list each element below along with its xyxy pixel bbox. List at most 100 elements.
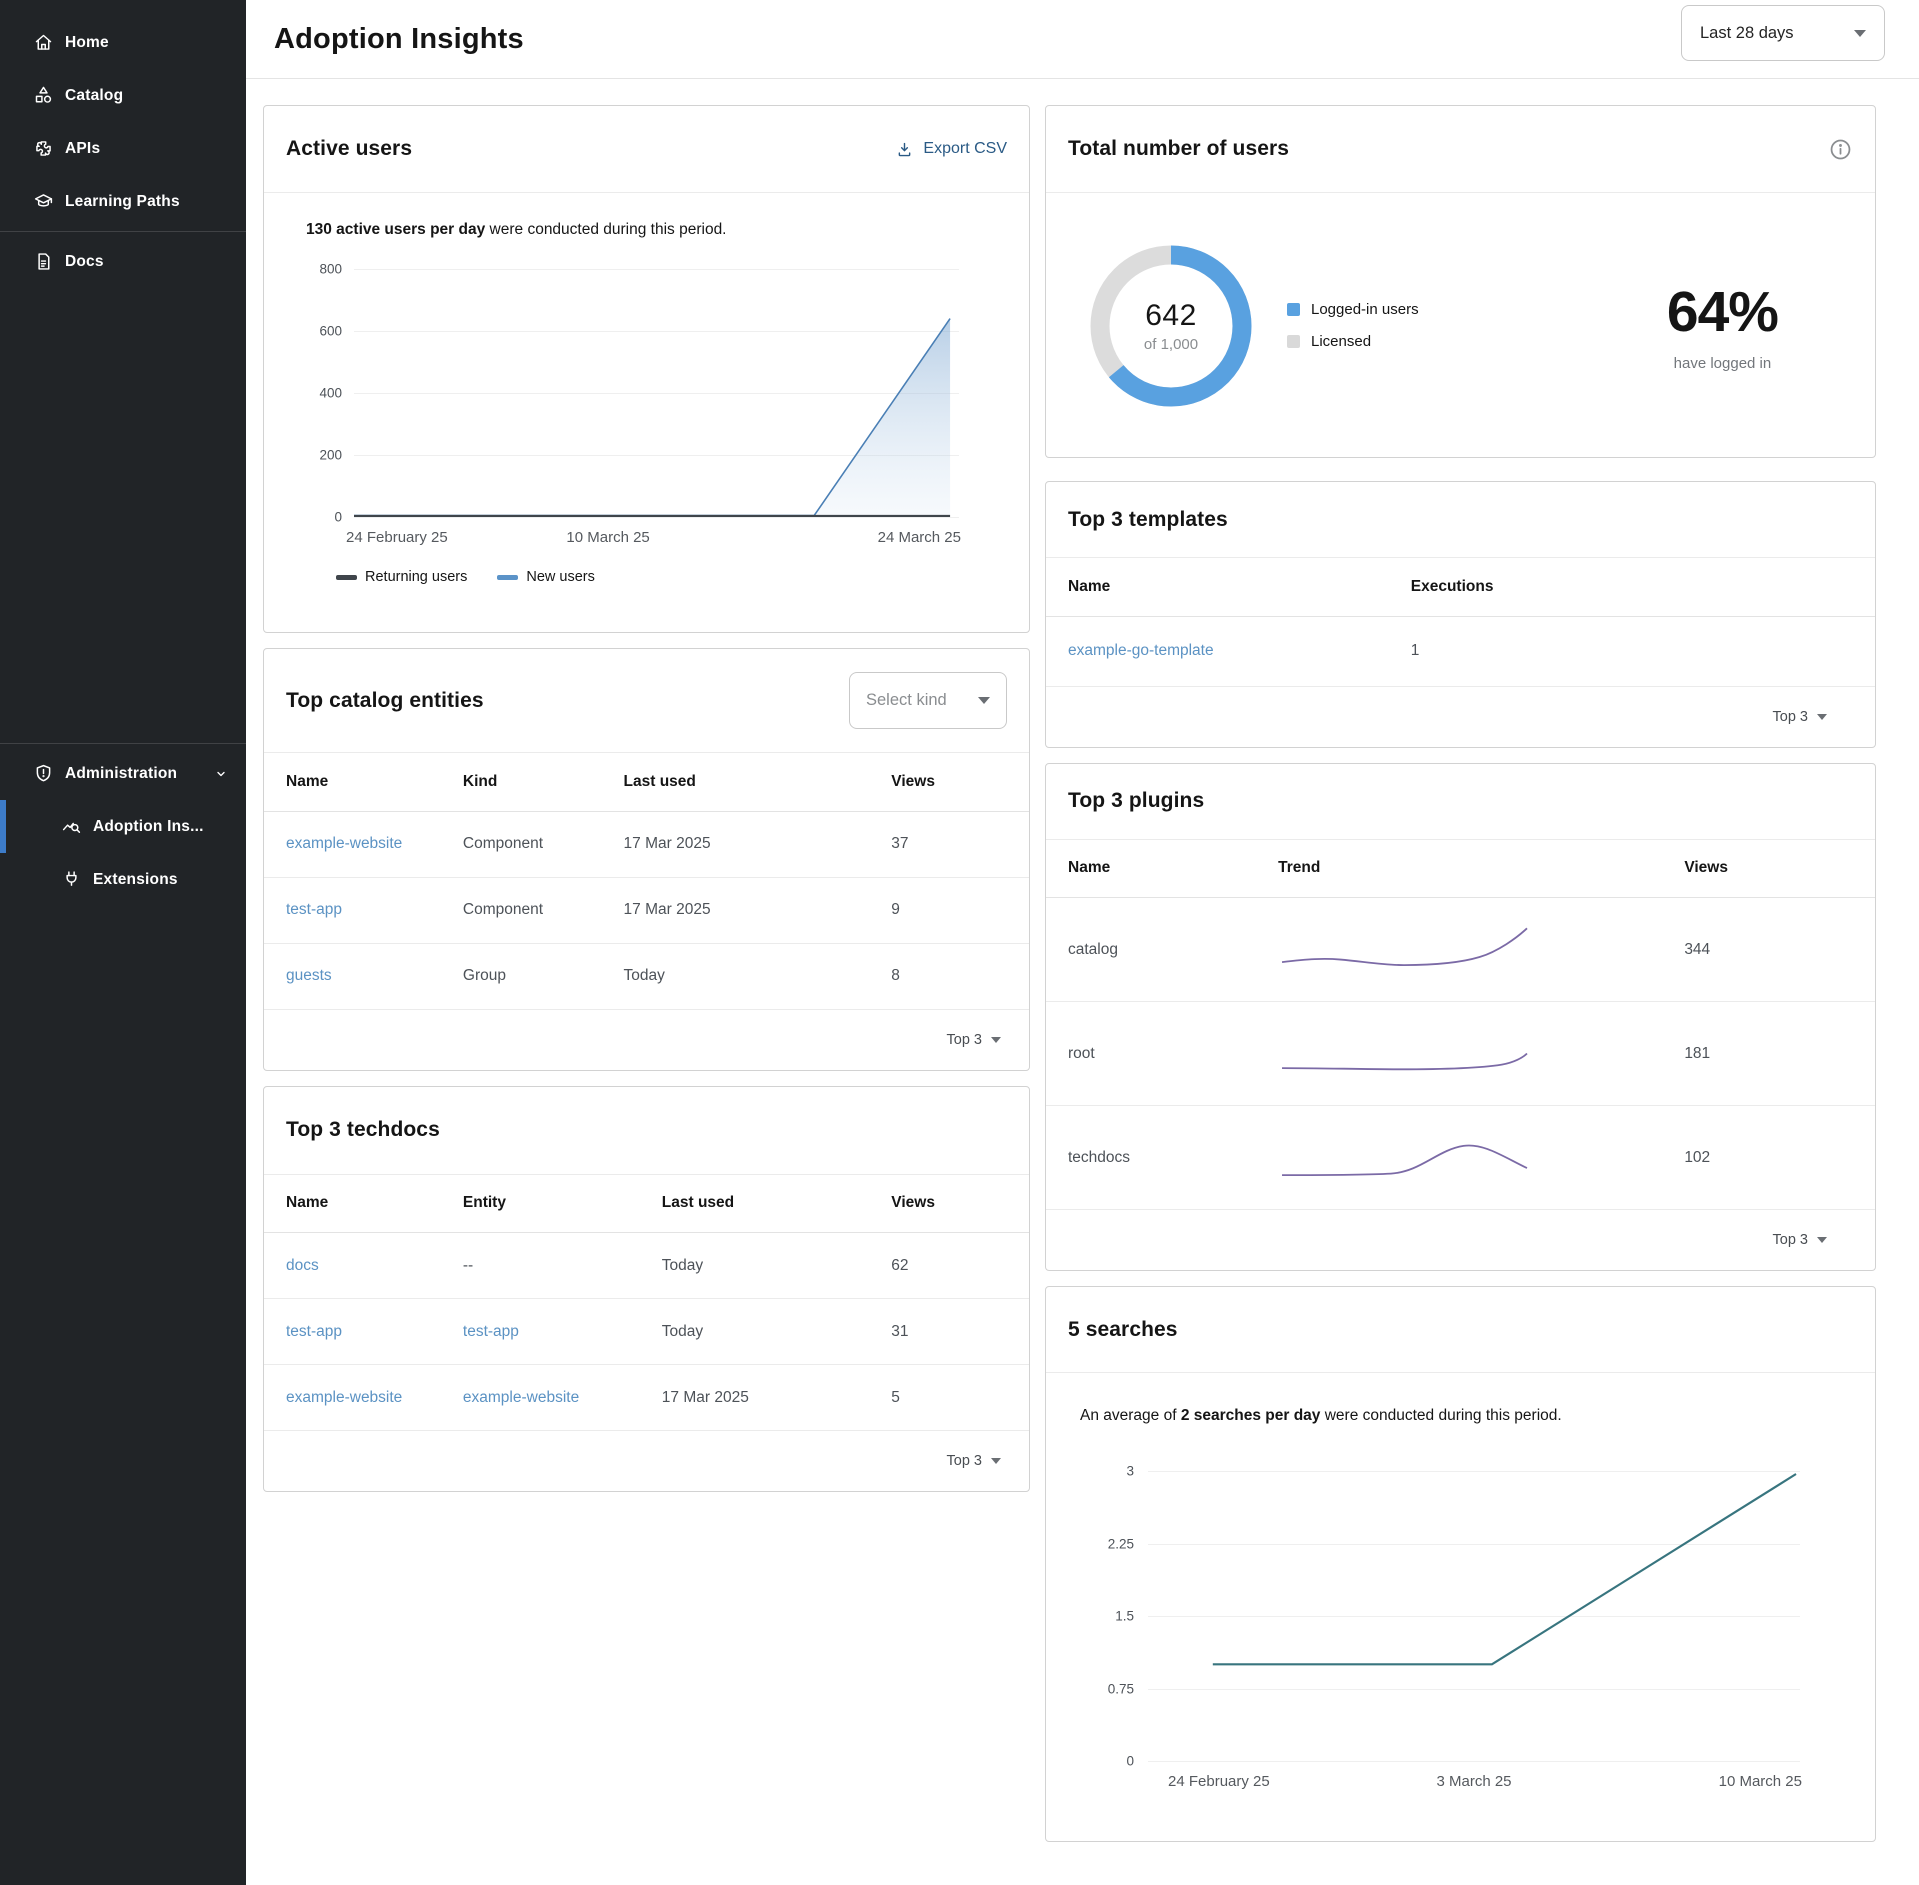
shield-icon [32, 763, 54, 785]
table-row: root 181 [1046, 1002, 1875, 1106]
top-catalog-entities-card: Top catalog entities Select kind Name Ki… [263, 648, 1030, 1071]
column-header: Trend [1278, 840, 1684, 898]
column-header: Entity [463, 1175, 662, 1233]
card-title: Top catalog entities [286, 689, 484, 713]
y-axis-labels: 3 2.25 1.5 0.75 0 [1076, 1471, 1134, 1761]
trend-sparkline [1278, 1129, 1530, 1187]
logged-in-count: 642 [1145, 299, 1197, 333]
template-link[interactable]: example-go-template [1068, 642, 1214, 659]
home-icon [32, 32, 54, 54]
column-header: Kind [463, 753, 624, 811]
sidebar-item-label: Extensions [93, 871, 178, 889]
catalog-entities-table: Name Kind Last used Views example-websit… [264, 753, 1029, 1010]
table-row: example-go-template 1 [1046, 616, 1875, 686]
trend-sparkline [1278, 1025, 1530, 1083]
active-users-card: Active users Export CSV 130 active users… [263, 105, 1030, 633]
entity-link[interactable]: example-website [286, 835, 402, 852]
logged-in-donut-chart: 642 of 1,000 [1081, 236, 1261, 416]
column-header: Views [891, 753, 1029, 811]
entity-link[interactable]: guests [286, 967, 332, 984]
legend-swatch [1287, 335, 1300, 348]
export-csv-button[interactable]: Export CSV [895, 140, 1007, 159]
legend-item-new-users: New users [497, 569, 595, 585]
sidebar-spacer [0, 288, 246, 740]
techdoc-link[interactable]: example-website [286, 1389, 402, 1406]
table-row: test-app test-app Today 31 [264, 1299, 1029, 1365]
sidebar-item-learning-paths[interactable]: Learning Paths [0, 175, 246, 228]
column-header: Name [1046, 840, 1278, 898]
table-row: example-website Component 17 Mar 2025 37 [264, 811, 1029, 877]
legend-item-returning-users: Returning users [336, 569, 467, 585]
legend-swatch [336, 575, 357, 580]
column-header: Last used [662, 1175, 892, 1233]
app-window: Home Catalog APIs Learning Paths [0, 0, 1919, 1885]
sidebar-item-label: Adoption Ins... [93, 818, 204, 836]
entity-link[interactable]: test-app [286, 901, 342, 918]
sidebar-divider [0, 743, 246, 744]
searches-card: 5 searches An average of 2 searches per … [1045, 1286, 1876, 1842]
catalog-icon [32, 85, 54, 107]
rows-count-dropdown[interactable]: Top 3 [264, 1431, 1029, 1491]
page-header: Adoption Insights Last 28 days [246, 0, 1919, 79]
sidebar: Home Catalog APIs Learning Paths [0, 0, 246, 1885]
learning-paths-icon [32, 191, 54, 213]
sidebar-item-label: Administration [65, 765, 177, 783]
chart-summary: An average of 2 searches per day were co… [1080, 1407, 1845, 1425]
download-icon [895, 140, 914, 159]
top-templates-card: Top 3 templates Name Executions example-… [1045, 481, 1876, 748]
plot-area [1148, 1471, 1800, 1761]
sidebar-item-adoption-insights[interactable]: Adoption Ins... [0, 800, 246, 853]
column-header: Last used [624, 753, 892, 811]
licensed-total: of 1,000 [1144, 336, 1198, 353]
column-header: Name [1046, 558, 1411, 616]
card-title: Active users [286, 137, 412, 161]
docs-icon [32, 251, 54, 273]
legend-item-licensed: Licensed [1287, 333, 1419, 350]
entity-link[interactable]: example-website [463, 1389, 579, 1406]
table-row: example-website example-website 17 Mar 2… [264, 1365, 1029, 1431]
searches-chart: 3 2.25 1.5 0.75 0 [1076, 1471, 1845, 1803]
chevron-down-icon [991, 1458, 1001, 1464]
main-area: Adoption Insights Last 28 days Active us… [246, 0, 1919, 1885]
sidebar-item-label: Home [65, 34, 109, 52]
sidebar-item-administration[interactable]: Administration [0, 747, 246, 800]
chevron-down-icon [1817, 714, 1827, 720]
templates-table: Name Executions example-go-template 1 [1046, 558, 1875, 687]
table-row: techdocs 102 [1046, 1106, 1875, 1210]
x-axis-labels: 24 February 25 3 March 25 10 March 25 [1148, 1773, 1800, 1803]
donut-chart-area: 642 of 1,000 Logged-in users Lic [1046, 193, 1875, 458]
sidebar-item-extensions[interactable]: Extensions [0, 853, 246, 906]
techdocs-table: Name Entity Last used Views docs -- Toda… [264, 1175, 1029, 1432]
legend-item-logged-in: Logged-in users [1287, 301, 1419, 318]
techdoc-link[interactable]: test-app [286, 1323, 342, 1340]
techdoc-link[interactable]: docs [286, 1257, 319, 1274]
sidebar-item-label: Catalog [65, 87, 123, 105]
card-title: Top 3 techdocs [286, 1118, 440, 1142]
info-icon[interactable] [1828, 137, 1853, 162]
date-range-select[interactable]: Last 28 days [1681, 5, 1885, 61]
sidebar-divider [0, 231, 246, 232]
sidebar-item-docs[interactable]: Docs [0, 235, 246, 288]
chevron-down-icon [991, 1037, 1001, 1043]
rows-count-dropdown[interactable]: Top 3 [264, 1010, 1029, 1070]
column-header: Views [891, 1175, 1029, 1233]
rows-count-dropdown[interactable]: Top 3 [1046, 1210, 1875, 1270]
entity-link[interactable]: test-app [463, 1323, 519, 1340]
rows-count-dropdown[interactable]: Top 3 [1046, 687, 1875, 747]
chevron-down-icon [1817, 1237, 1827, 1243]
chevron-down-icon [978, 697, 990, 704]
sidebar-item-label: Learning Paths [65, 193, 180, 211]
legend-swatch [1287, 303, 1300, 316]
column-header: Name [264, 1175, 463, 1233]
plot-area [354, 269, 959, 517]
sidebar-item-home[interactable]: Home [0, 16, 246, 69]
card-title: Total number of users [1068, 137, 1289, 161]
sidebar-item-catalog[interactable]: Catalog [0, 69, 246, 122]
dashboard-content: Active users Export CSV 130 active users… [246, 79, 1919, 1857]
sidebar-item-label: APIs [65, 140, 100, 158]
export-csv-label: Export CSV [923, 140, 1007, 158]
date-range-value: Last 28 days [1700, 24, 1794, 43]
select-kind-dropdown[interactable]: Select kind [849, 672, 1007, 729]
sidebar-item-apis[interactable]: APIs [0, 122, 246, 175]
chevron-down-icon [1854, 30, 1866, 37]
